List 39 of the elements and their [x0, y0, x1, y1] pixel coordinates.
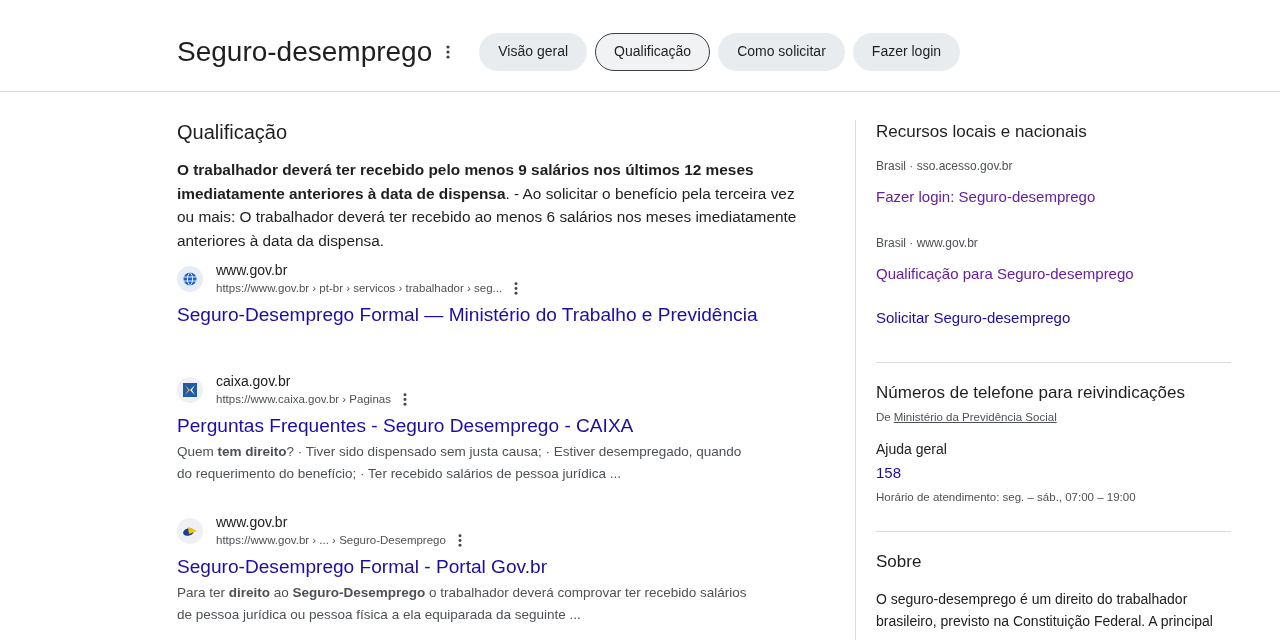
filter-chip[interactable]: Como solicitar: [718, 32, 845, 71]
more-options-icon[interactable]: [457, 533, 462, 547]
filter-chip[interactable]: Visão geral: [479, 32, 588, 71]
globe-icon: [177, 266, 203, 292]
phone-label: Ajuda geral: [876, 440, 947, 459]
filter-chip[interactable]: Qualificação: [595, 32, 711, 71]
site-name: www.gov.br: [216, 261, 289, 279]
source-link[interactable]: Ministério da Previdência Social: [893, 409, 1057, 425]
more-options-icon[interactable]: [514, 281, 519, 295]
breadcrumb-url: https://www.caixa.gov.br › Paginas: [216, 392, 391, 407]
source-label: Brasil · sso.acesso.gov.br: [876, 158, 1013, 175]
resource-link[interactable]: Qualificação para Seguro-desemprego: [876, 264, 1134, 284]
page-title: Seguro-desemprego: [177, 34, 433, 69]
source-label: Brasil · www.gov.br: [876, 235, 978, 252]
breadcrumb-url: https://www.gov.br › pt-br › servicos › trabalhador › seg...: [216, 281, 503, 296]
result-snippet: Quem tem direito? · Tiver sido dispensado sem justa causa; · Estiver desempregado, quando do requerimento do benefício; · Ter recebido salários de pessoa jurídica ...: [177, 443, 743, 483]
square-logo-icon: [177, 377, 203, 403]
about-text: O seguro-desemprego é um direito do trabalhador brasileiro, previsto na Constituição Federal. A principal: [876, 590, 1214, 631]
result-snippet: Para ter direito ao Seguro-Desemprego o trabalhador deverá comprovar ter recebido salários de pessoa jurídica ou pessoa física a ela equiparada da seguinte ...: [177, 584, 748, 624]
site-name: caixa.gov.br: [216, 372, 292, 390]
phone-number-link[interactable]: 158: [876, 462, 902, 484]
panel-heading: Sobre: [876, 551, 922, 573]
breadcrumb-url: https://www.gov.br › ... › Seguro-Desemprego: [216, 533, 446, 548]
answer-text: O trabalhador deverá ter recebido pelo menos 9 salários nos últimos 12 meses imediatamente anteriores à data de dispensa. - Ao solicitar o benefício pela terceira vez ou mais: O trabalhador deverá ter recebido ao menos 6 salários nos meses imediatamente anteriores à data da dispensa.: [177, 160, 798, 251]
site-name: www.gov.br: [216, 513, 289, 531]
more-options-icon[interactable]: [446, 44, 451, 59]
result-title-link[interactable]: Perguntas Frequentes - Seguro Desemprego - CAIXA: [177, 413, 634, 439]
result-title-link[interactable]: Seguro-Desemprego Formal - Portal Gov.br: [177, 554, 547, 580]
section-heading: Qualificação: [177, 120, 289, 145]
panel-heading: Números de telefone para reivindicações: [876, 382, 1186, 404]
result-title-link[interactable]: Seguro-Desemprego Formal — Ministério do Trabalho e Previdência: [177, 302, 758, 328]
opening-hours: Horário de atendimento: seg. – sáb., 07:00 – 19:00: [876, 490, 1136, 505]
source-prefix: De: [876, 410, 891, 425]
panel-heading: Recursos locais e nacionais: [876, 121, 1088, 143]
resource-link[interactable]: Solicitar Seguro-desemprego: [876, 308, 1071, 328]
site-logo-icon: [177, 518, 203, 544]
resource-link[interactable]: Fazer login: Seguro-desemprego: [876, 187, 1096, 207]
more-options-icon[interactable]: [402, 392, 407, 406]
filter-chip[interactable]: Fazer login: [852, 32, 961, 71]
